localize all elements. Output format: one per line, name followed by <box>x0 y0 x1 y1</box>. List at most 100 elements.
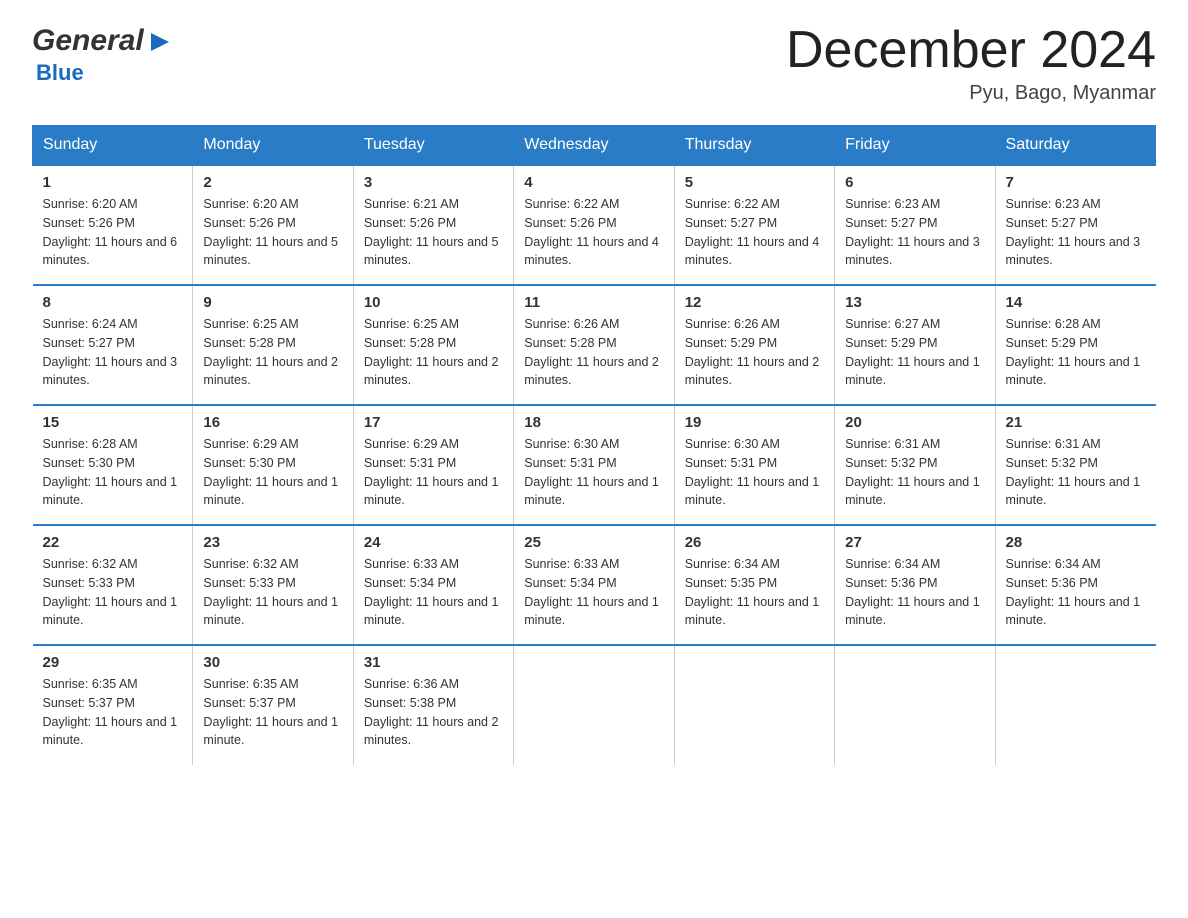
calendar-cell: 9 Sunrise: 6:25 AMSunset: 5:28 PMDayligh… <box>193 285 353 405</box>
calendar-cell: 21 Sunrise: 6:31 AMSunset: 5:32 PMDaylig… <box>995 405 1155 525</box>
calendar-cell: 7 Sunrise: 6:23 AMSunset: 5:27 PMDayligh… <box>995 165 1155 285</box>
day-number: 6 <box>845 174 984 191</box>
day-info: Sunrise: 6:33 AMSunset: 5:34 PMDaylight:… <box>364 557 499 627</box>
day-info: Sunrise: 6:22 AMSunset: 5:26 PMDaylight:… <box>524 197 659 267</box>
calendar-cell: 27 Sunrise: 6:34 AMSunset: 5:36 PMDaylig… <box>835 525 995 645</box>
day-info: Sunrise: 6:26 AMSunset: 5:29 PMDaylight:… <box>685 317 820 387</box>
day-number: 17 <box>364 414 503 431</box>
day-number: 7 <box>1006 174 1146 191</box>
day-info: Sunrise: 6:25 AMSunset: 5:28 PMDaylight:… <box>364 317 499 387</box>
calendar-cell: 3 Sunrise: 6:21 AMSunset: 5:26 PMDayligh… <box>353 165 513 285</box>
day-info: Sunrise: 6:31 AMSunset: 5:32 PMDaylight:… <box>845 437 980 507</box>
day-info: Sunrise: 6:28 AMSunset: 5:29 PMDaylight:… <box>1006 317 1141 387</box>
calendar-cell: 24 Sunrise: 6:33 AMSunset: 5:34 PMDaylig… <box>353 525 513 645</box>
header-day-tuesday: Tuesday <box>353 126 513 166</box>
day-number: 26 <box>685 534 824 551</box>
day-number: 21 <box>1006 414 1146 431</box>
calendar-cell <box>674 645 834 765</box>
day-number: 10 <box>364 294 503 311</box>
day-info: Sunrise: 6:34 AMSunset: 5:36 PMDaylight:… <box>845 557 980 627</box>
day-number: 9 <box>203 294 342 311</box>
day-number: 27 <box>845 534 984 551</box>
day-info: Sunrise: 6:33 AMSunset: 5:34 PMDaylight:… <box>524 557 659 627</box>
calendar-cell: 17 Sunrise: 6:29 AMSunset: 5:31 PMDaylig… <box>353 405 513 525</box>
calendar-cell: 16 Sunrise: 6:29 AMSunset: 5:30 PMDaylig… <box>193 405 353 525</box>
calendar-cell: 4 Sunrise: 6:22 AMSunset: 5:26 PMDayligh… <box>514 165 674 285</box>
day-number: 22 <box>43 534 183 551</box>
day-number: 2 <box>203 174 342 191</box>
day-info: Sunrise: 6:20 AMSunset: 5:26 PMDaylight:… <box>43 197 178 267</box>
header-day-friday: Friday <box>835 126 995 166</box>
day-info: Sunrise: 6:30 AMSunset: 5:31 PMDaylight:… <box>685 437 820 507</box>
header-day-sunday: Sunday <box>33 126 193 166</box>
day-number: 31 <box>364 654 503 671</box>
day-number: 24 <box>364 534 503 551</box>
day-info: Sunrise: 6:22 AMSunset: 5:27 PMDaylight:… <box>685 197 820 267</box>
day-info: Sunrise: 6:23 AMSunset: 5:27 PMDaylight:… <box>845 197 980 267</box>
day-number: 29 <box>43 654 183 671</box>
day-number: 3 <box>364 174 503 191</box>
day-number: 1 <box>43 174 183 191</box>
day-number: 14 <box>1006 294 1146 311</box>
week-row-4: 22 Sunrise: 6:32 AMSunset: 5:33 PMDaylig… <box>33 525 1156 645</box>
calendar-cell: 8 Sunrise: 6:24 AMSunset: 5:27 PMDayligh… <box>33 285 193 405</box>
day-number: 25 <box>524 534 663 551</box>
week-row-3: 15 Sunrise: 6:28 AMSunset: 5:30 PMDaylig… <box>33 405 1156 525</box>
calendar-cell: 6 Sunrise: 6:23 AMSunset: 5:27 PMDayligh… <box>835 165 995 285</box>
day-info: Sunrise: 6:29 AMSunset: 5:30 PMDaylight:… <box>203 437 338 507</box>
day-info: Sunrise: 6:34 AMSunset: 5:36 PMDaylight:… <box>1006 557 1141 627</box>
calendar-cell: 20 Sunrise: 6:31 AMSunset: 5:32 PMDaylig… <box>835 405 995 525</box>
day-info: Sunrise: 6:32 AMSunset: 5:33 PMDaylight:… <box>203 557 338 627</box>
calendar-cell: 13 Sunrise: 6:27 AMSunset: 5:29 PMDaylig… <box>835 285 995 405</box>
day-number: 23 <box>203 534 342 551</box>
day-number: 30 <box>203 654 342 671</box>
day-number: 15 <box>43 414 183 431</box>
page-header: General Blue December 2024 Pyu, Bago, My… <box>32 24 1156 105</box>
calendar-cell: 25 Sunrise: 6:33 AMSunset: 5:34 PMDaylig… <box>514 525 674 645</box>
calendar-cell: 29 Sunrise: 6:35 AMSunset: 5:37 PMDaylig… <box>33 645 193 765</box>
week-row-5: 29 Sunrise: 6:35 AMSunset: 5:37 PMDaylig… <box>33 645 1156 765</box>
day-number: 12 <box>685 294 824 311</box>
calendar-cell: 2 Sunrise: 6:20 AMSunset: 5:26 PMDayligh… <box>193 165 353 285</box>
calendar-cell: 15 Sunrise: 6:28 AMSunset: 5:30 PMDaylig… <box>33 405 193 525</box>
calendar-header: SundayMondayTuesdayWednesdayThursdayFrid… <box>33 126 1156 166</box>
day-info: Sunrise: 6:26 AMSunset: 5:28 PMDaylight:… <box>524 317 659 387</box>
day-info: Sunrise: 6:20 AMSunset: 5:26 PMDaylight:… <box>203 197 338 267</box>
week-row-1: 1 Sunrise: 6:20 AMSunset: 5:26 PMDayligh… <box>33 165 1156 285</box>
calendar-body: 1 Sunrise: 6:20 AMSunset: 5:26 PMDayligh… <box>33 165 1156 765</box>
logo: General Blue <box>32 24 173 86</box>
day-number: 18 <box>524 414 663 431</box>
day-info: Sunrise: 6:30 AMSunset: 5:31 PMDaylight:… <box>524 437 659 507</box>
day-info: Sunrise: 6:23 AMSunset: 5:27 PMDaylight:… <box>1006 197 1141 267</box>
logo-icon <box>147 29 173 55</box>
day-number: 8 <box>43 294 183 311</box>
day-number: 16 <box>203 414 342 431</box>
calendar-table: SundayMondayTuesdayWednesdayThursdayFrid… <box>32 125 1156 765</box>
header-day-monday: Monday <box>193 126 353 166</box>
location-text: Pyu, Bago, Myanmar <box>786 82 1156 105</box>
week-row-2: 8 Sunrise: 6:24 AMSunset: 5:27 PMDayligh… <box>33 285 1156 405</box>
logo-blue-text: Blue <box>32 60 84 86</box>
day-info: Sunrise: 6:24 AMSunset: 5:27 PMDaylight:… <box>43 317 178 387</box>
header-day-wednesday: Wednesday <box>514 126 674 166</box>
title-section: December 2024 Pyu, Bago, Myanmar <box>786 24 1156 105</box>
calendar-cell: 28 Sunrise: 6:34 AMSunset: 5:36 PMDaylig… <box>995 525 1155 645</box>
day-info: Sunrise: 6:35 AMSunset: 5:37 PMDaylight:… <box>203 677 338 747</box>
header-day-saturday: Saturday <box>995 126 1155 166</box>
calendar-cell: 1 Sunrise: 6:20 AMSunset: 5:26 PMDayligh… <box>33 165 193 285</box>
day-number: 19 <box>685 414 824 431</box>
calendar-cell: 23 Sunrise: 6:32 AMSunset: 5:33 PMDaylig… <box>193 525 353 645</box>
day-info: Sunrise: 6:25 AMSunset: 5:28 PMDaylight:… <box>203 317 338 387</box>
day-number: 28 <box>1006 534 1146 551</box>
day-info: Sunrise: 6:28 AMSunset: 5:30 PMDaylight:… <box>43 437 178 507</box>
calendar-cell: 31 Sunrise: 6:36 AMSunset: 5:38 PMDaylig… <box>353 645 513 765</box>
day-info: Sunrise: 6:36 AMSunset: 5:38 PMDaylight:… <box>364 677 499 747</box>
header-day-thursday: Thursday <box>674 126 834 166</box>
day-number: 20 <box>845 414 984 431</box>
day-number: 5 <box>685 174 824 191</box>
calendar-cell: 26 Sunrise: 6:34 AMSunset: 5:35 PMDaylig… <box>674 525 834 645</box>
calendar-cell: 18 Sunrise: 6:30 AMSunset: 5:31 PMDaylig… <box>514 405 674 525</box>
header-row: SundayMondayTuesdayWednesdayThursdayFrid… <box>33 126 1156 166</box>
calendar-cell <box>514 645 674 765</box>
calendar-cell: 19 Sunrise: 6:30 AMSunset: 5:31 PMDaylig… <box>674 405 834 525</box>
